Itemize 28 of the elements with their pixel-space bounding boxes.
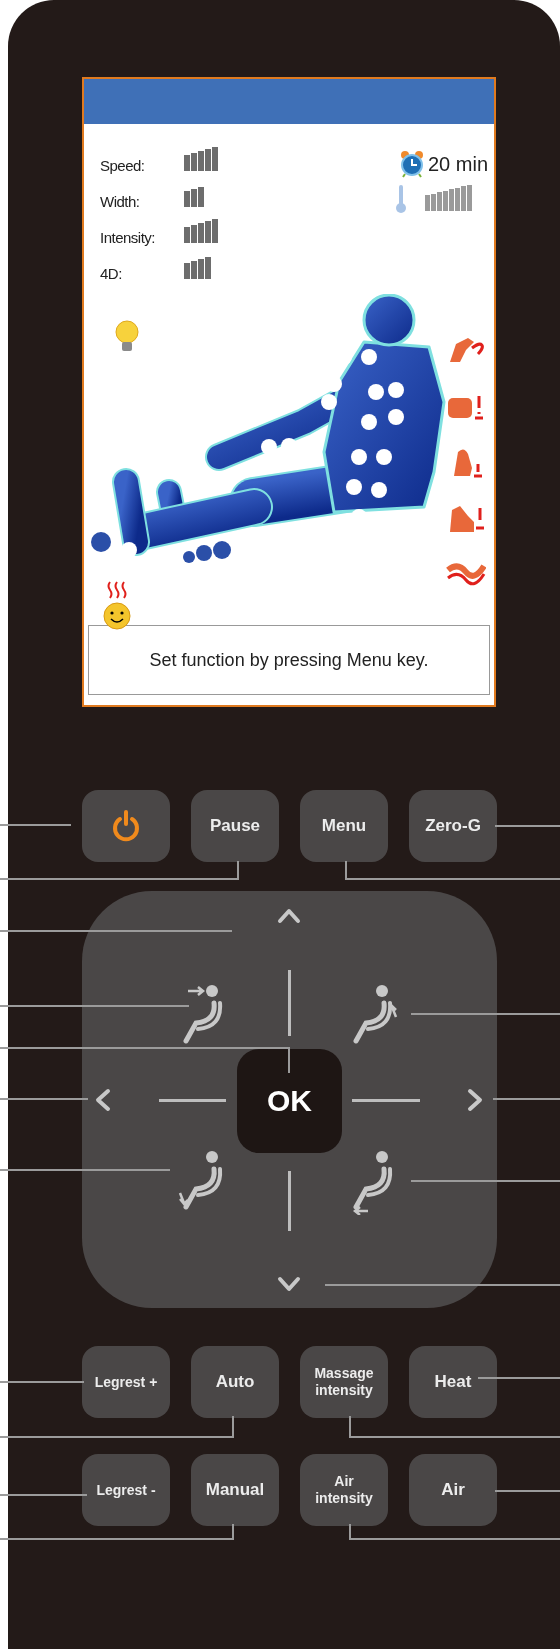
remote-button[interactable]: Zero-G bbox=[409, 790, 497, 862]
remote-button[interactable]: Heat bbox=[409, 1346, 497, 1418]
ok-button[interactable]: OK bbox=[237, 1049, 342, 1153]
heat-smiley-icon bbox=[102, 580, 132, 632]
timer-text: 20 min bbox=[427, 152, 488, 176]
status-message: Set function by pressing Menu key. bbox=[88, 625, 490, 695]
remote-button[interactable]: Massage intensity bbox=[300, 1346, 388, 1418]
leader-line bbox=[492, 1098, 560, 1100]
remote-button[interactable]: Legrest + bbox=[82, 1346, 170, 1418]
power-icon bbox=[111, 810, 141, 842]
thermometer-icon bbox=[395, 184, 407, 214]
remote-button[interactable]: Menu bbox=[300, 790, 388, 862]
stat-label: Width: bbox=[100, 193, 141, 210]
remote-button[interactable]: Auto bbox=[191, 1346, 279, 1418]
leader-line bbox=[494, 1490, 560, 1492]
remote-button[interactable]: Air bbox=[409, 1454, 497, 1526]
remote-button[interactable]: Pause bbox=[191, 790, 279, 862]
stat-label: Speed: bbox=[100, 157, 146, 174]
leader-line bbox=[0, 824, 72, 826]
remote-button[interactable]: Manual bbox=[191, 1454, 279, 1526]
alarm-clock-icon bbox=[399, 150, 424, 178]
remote-button[interactable]: Legrest - bbox=[82, 1454, 170, 1526]
remote-button[interactable]: Air intensity bbox=[300, 1454, 388, 1526]
light-bulb-icon bbox=[114, 320, 140, 354]
power-button[interactable] bbox=[82, 790, 170, 862]
leader-line bbox=[494, 825, 560, 827]
stat-label: Intensity: bbox=[100, 229, 157, 246]
stat-label: 4D: bbox=[100, 265, 123, 282]
